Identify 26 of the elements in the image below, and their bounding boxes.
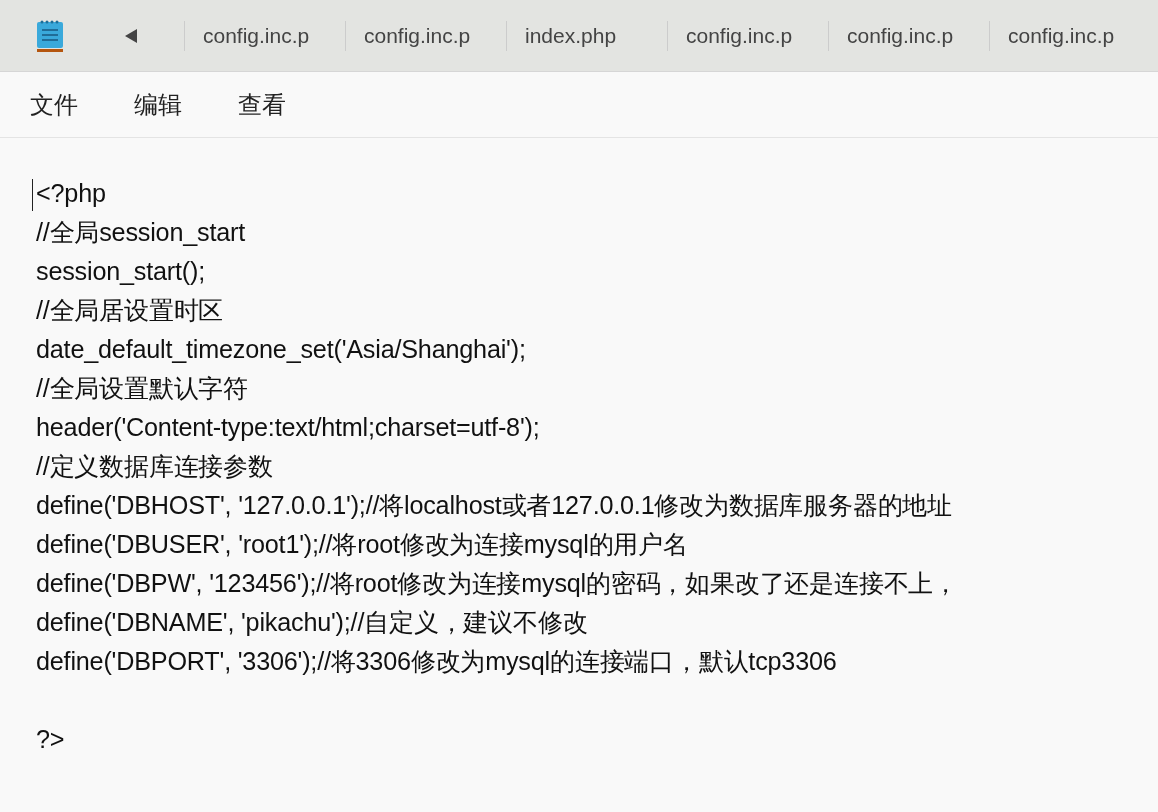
code-line: define('DBUSER', 'root1');//将root修改为连接mysql的用户名 bbox=[36, 530, 688, 558]
notepad-icon[interactable] bbox=[36, 18, 64, 53]
menu-item[interactable]: 编辑 bbox=[134, 86, 182, 123]
scroll-left-icon[interactable] bbox=[124, 27, 138, 44]
file-tab[interactable]: config.inc.p bbox=[185, 15, 345, 56]
file-tab[interactable]: config.inc.p bbox=[346, 15, 506, 56]
code-line: ?> bbox=[36, 725, 65, 753]
file-tab[interactable]: index.php bbox=[507, 15, 667, 56]
code-line: //全局居设置时区 bbox=[36, 296, 224, 324]
menu-item[interactable]: 文件 bbox=[30, 86, 78, 123]
file-tab[interactable]: config.inc.p bbox=[990, 15, 1150, 56]
code-line: session_start(); bbox=[36, 257, 205, 285]
code-line: //全局session_start bbox=[36, 218, 245, 246]
code-line: define('DBPORT', '3306');//将3306修改为mysql的连接端口，默认tcp3306 bbox=[36, 647, 837, 675]
code-line: header('Content-type:text/html;charset=utf-8'); bbox=[36, 413, 540, 441]
code-line: define('DBPW', '123456');//将root修改为连接mysql的密码，如果改了还是连接不上， bbox=[36, 569, 958, 597]
text-cursor bbox=[32, 179, 33, 211]
menu-item[interactable]: 查看 bbox=[238, 86, 286, 123]
code-line: define('DBHOST', '127.0.0.1');//将localhost或者127.0.0.1修改为数据库服务器的地址 bbox=[36, 491, 953, 519]
code-line: //定义数据库连接参数 bbox=[36, 452, 273, 480]
file-tab[interactable]: config.inc.p bbox=[668, 15, 828, 56]
code-line: //全局设置默认字符 bbox=[36, 374, 248, 402]
file-tab[interactable]: config.inc.p bbox=[829, 15, 989, 56]
code-line: define('DBNAME', 'pikachu');//自定义，建议不修改 bbox=[36, 608, 588, 636]
code-line: date_default_timezone_set('Asia/Shanghai'); bbox=[36, 335, 526, 363]
code-line: <?php bbox=[36, 179, 106, 207]
